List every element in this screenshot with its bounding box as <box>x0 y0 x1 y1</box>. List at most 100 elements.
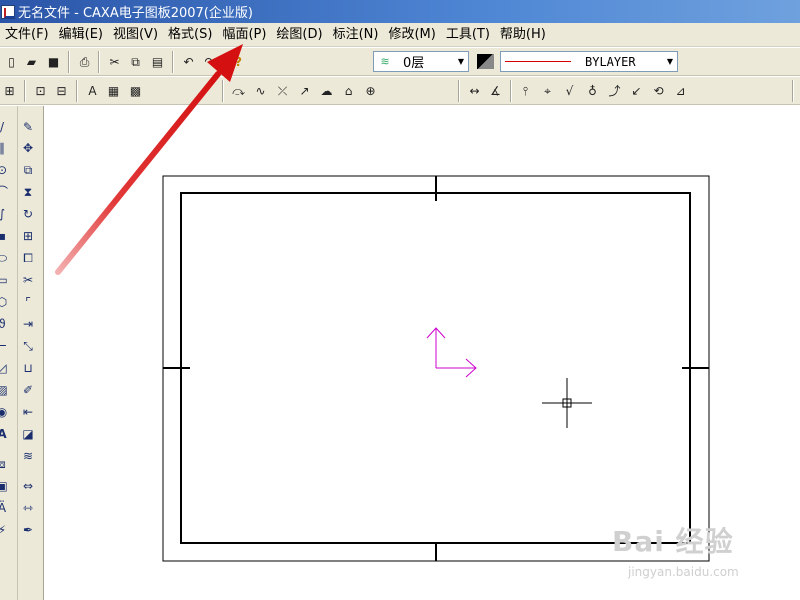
standard-toolbar: ▯ ▰ ■ ⎙ ✂ ⧉ ▤ ↶ ↷ ? ≋ 0层 ▼ BYLAYER ▼ <box>0 48 800 76</box>
zoom-window-icon[interactable]: ⊡ <box>32 82 49 99</box>
menu-dimension[interactable]: 标注(N) <box>328 24 384 46</box>
toolbar-separator <box>510 80 512 102</box>
balloon-icon[interactable]: ↙ <box>628 82 645 99</box>
mirror-icon[interactable]: ⧗ <box>19 183 37 201</box>
spline-tool-icon[interactable]: ∫ <box>0 205 11 223</box>
left-toolbar: / ∥ ⊙ ⌒ ∫ ▪ ⬭ ▭ ⬡ ϑ ⌐ ◿ ▨ ◉ A ⧈ ▣ Ä ⚡ ✎ … <box>0 106 44 600</box>
dimension-style-icon[interactable]: ⇿ <box>19 499 37 517</box>
copy-icon[interactable]: ⧉ <box>127 53 144 70</box>
menu-bar: 文件(F) 编辑(E) 视图(V) 格式(S) 幅面(P) 绘图(D) 标注(N… <box>0 23 800 47</box>
arc-icon[interactable]: ⌒ <box>0 183 11 201</box>
break-icon[interactable]: ⤡ <box>19 337 37 355</box>
move-icon[interactable]: ✥ <box>19 139 37 157</box>
tolerance-icon[interactable]: ⌖ <box>539 82 556 99</box>
centerline-icon[interactable]: ϑ <box>0 315 11 333</box>
toolbar-separator <box>24 80 26 102</box>
arrow-icon[interactable]: ↗ <box>296 82 313 99</box>
polygon-icon[interactable]: ⬡ <box>0 293 11 311</box>
text-icon[interactable]: A <box>0 425 11 443</box>
line-icon[interactable]: / <box>0 118 11 136</box>
cloud-icon[interactable]: ☁ <box>318 82 335 99</box>
menu-draw[interactable]: 绘图(D) <box>271 24 327 46</box>
crosshair-cursor <box>542 378 592 428</box>
toolbar-separator <box>68 51 70 73</box>
format-brush-icon[interactable]: ✒ <box>19 521 37 539</box>
fillet-icon[interactable]: ⌜ <box>19 293 37 311</box>
open-folder-icon[interactable]: ▰ <box>23 53 40 70</box>
snap-icon[interactable]: ⊞ <box>1 82 18 99</box>
copy-select-icon[interactable]: ⧉ <box>19 161 37 179</box>
save-icon[interactable]: ■ <box>45 53 62 70</box>
property-icon[interactable]: ◪ <box>19 425 37 443</box>
array-icon[interactable]: ⊞ <box>19 227 37 245</box>
dimension-edit-icon[interactable]: ⇔ <box>19 477 37 495</box>
linear-dimension-icon[interactable]: ↔ <box>466 82 483 99</box>
align-icon[interactable]: ⇤ <box>19 403 37 421</box>
menu-modify[interactable]: 修改(M) <box>383 24 440 46</box>
help-icon[interactable]: ? <box>230 53 247 70</box>
hatch-tool-icon[interactable]: ▨ <box>0 381 11 399</box>
menu-tools[interactable]: 工具(T) <box>441 24 495 46</box>
equidistant-icon[interactable]: ⌐ <box>0 337 11 355</box>
roughness-icon[interactable]: √ <box>561 82 578 99</box>
stretch-icon[interactable]: ⊔ <box>19 359 37 377</box>
center-mark-icon[interactable]: ⊕ <box>362 82 379 99</box>
view-arrow-icon[interactable]: ⊿ <box>672 82 689 99</box>
print-icon[interactable]: ⎙ <box>76 53 93 70</box>
point-icon[interactable]: ▪ <box>0 227 11 245</box>
layer-value: 0层 <box>403 56 425 71</box>
linetype-select[interactable]: BYLAYER ▼ <box>500 51 678 72</box>
toolbar-separator <box>98 51 100 73</box>
new-file-icon[interactable]: ▯ <box>3 53 20 70</box>
menu-edit[interactable]: 编辑(E) <box>54 24 108 46</box>
chevron-down-icon[interactable]: ▼ <box>454 52 468 71</box>
toolbar-separator <box>76 80 78 102</box>
angle-dimension-icon[interactable]: ∡ <box>487 82 504 99</box>
menu-view[interactable]: 视图(V) <box>108 24 163 46</box>
linetype-preview <box>505 61 571 62</box>
rotate-icon[interactable]: ↻ <box>19 205 37 223</box>
menu-help[interactable]: 帮助(H) <box>495 24 551 46</box>
toolbar-separator <box>458 80 460 102</box>
chevron-down-icon[interactable]: ▼ <box>663 52 677 71</box>
circle-icon[interactable]: ⊙ <box>0 161 11 179</box>
layer-tool-icon[interactable]: ≋ <box>19 447 37 465</box>
block-tool-icon[interactable]: ⧈ <box>0 455 11 473</box>
zoom-all-icon[interactable]: ⊟ <box>53 82 70 99</box>
hatch-icon[interactable]: ⌂ <box>340 82 357 99</box>
datum-icon[interactable]: ⫯ <box>517 82 534 99</box>
explode-icon[interactable]: ⚡ <box>0 521 11 539</box>
block-icon[interactable]: ▩ <box>127 82 144 99</box>
rectangle-icon[interactable]: ▭ <box>0 271 11 289</box>
weld-icon[interactable]: ♁ <box>584 82 601 99</box>
spline-icon[interactable]: ∿ <box>252 82 269 99</box>
fill-icon[interactable]: ◉ <box>0 403 11 421</box>
layer-select[interactable]: ≋ 0层 ▼ <box>373 51 469 72</box>
menu-file[interactable]: 文件(F) <box>0 24 54 46</box>
chamfer-icon[interactable]: ◿ <box>0 359 11 377</box>
layer-icon: ≋ <box>380 55 390 68</box>
redo-icon[interactable]: ↷ <box>201 53 218 70</box>
cut-icon[interactable]: ✂ <box>106 53 123 70</box>
eraser-icon[interactable]: ✎ <box>19 118 37 136</box>
break-line-icon[interactable]: ⤫ <box>274 82 291 99</box>
symbol-icon[interactable]: ▣ <box>0 477 11 495</box>
parallel-icon[interactable]: ∥ <box>0 139 11 157</box>
watermark-logo: Bai 经验 <box>612 525 734 558</box>
ellipse-icon[interactable]: ⬭ <box>0 249 11 267</box>
ab-text-icon[interactable]: Ä <box>0 499 11 517</box>
trim-icon[interactable]: ✂ <box>19 271 37 289</box>
scale-icon[interactable]: ⧠ <box>19 249 37 267</box>
paste-icon[interactable]: ▤ <box>149 53 166 70</box>
undo-icon[interactable]: ↶ <box>180 53 197 70</box>
table-icon[interactable]: ▦ <box>105 82 122 99</box>
text-style-icon[interactable]: A <box>84 82 101 99</box>
polyline-icon[interactable]: ⤼ <box>230 82 247 99</box>
color-icon[interactable] <box>477 54 494 69</box>
edit-icon[interactable]: ✐ <box>19 381 37 399</box>
menu-format[interactable]: 格式(S) <box>163 24 217 46</box>
section-icon[interactable]: ⟲ <box>650 82 667 99</box>
menu-sheet[interactable]: 幅面(P) <box>217 24 271 46</box>
leader-icon[interactable]: ⤴ <box>606 82 623 99</box>
extend-icon[interactable]: ⇥ <box>19 315 37 333</box>
